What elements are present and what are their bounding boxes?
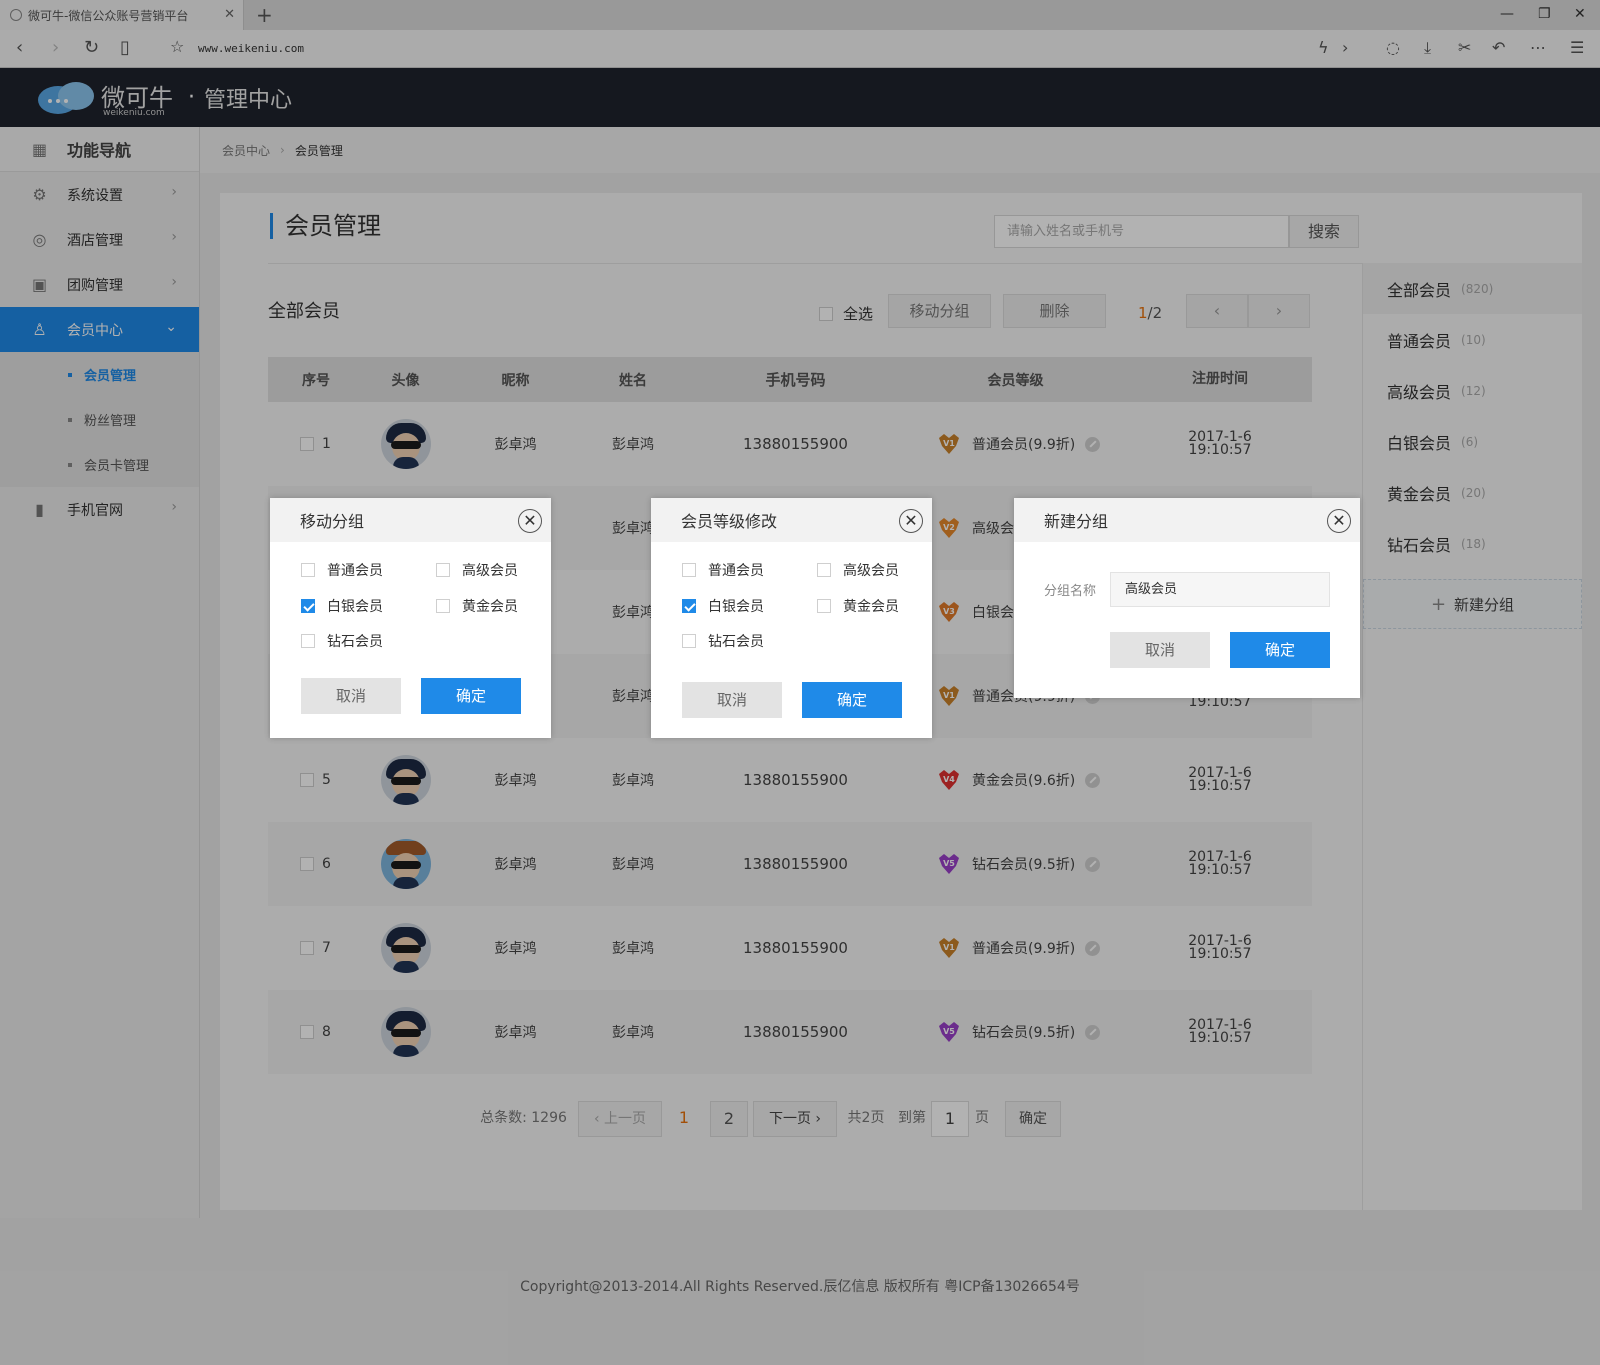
move-group-dialog: 移动分组 ✕ 普通会员 高级会员白银会员 黄金会员钻石会员 取消 确定 [270, 498, 551, 738]
cancel-button[interactable]: 取消 [301, 678, 401, 714]
dialog-option[interactable]: 黄金会员 [436, 596, 518, 616]
dialog-option[interactable]: 高级会员 [436, 560, 518, 580]
cancel-button[interactable]: 取消 [682, 682, 782, 718]
option-checkbox[interactable] [436, 599, 450, 613]
option-label: 白银会员 [327, 599, 383, 615]
dialog-header: 会员等级修改 ✕ [651, 498, 932, 542]
option-checkbox[interactable] [682, 599, 696, 613]
option-checkbox[interactable] [682, 634, 696, 648]
dialog-option[interactable]: 高级会员 [817, 560, 899, 580]
dialog-option[interactable]: 白银会员 [682, 596, 764, 616]
confirm-button[interactable]: 确定 [421, 678, 521, 714]
dialog-title: 移动分组 [300, 512, 365, 531]
option-label: 高级会员 [843, 563, 899, 579]
option-label: 普通会员 [327, 563, 383, 579]
close-icon[interactable]: ✕ [899, 509, 923, 533]
dialog-title: 新建分组 [1044, 512, 1109, 531]
option-label: 钻石会员 [708, 634, 764, 650]
option-checkbox[interactable] [301, 563, 315, 577]
option-checkbox[interactable] [682, 563, 696, 577]
option-checkbox[interactable] [817, 599, 831, 613]
group-name-input[interactable]: 高级会员 [1110, 572, 1330, 607]
option-checkbox[interactable] [436, 563, 450, 577]
option-label: 黄金会员 [843, 599, 899, 615]
confirm-button[interactable]: 确定 [802, 682, 902, 718]
option-label: 白银会员 [708, 599, 764, 615]
close-icon[interactable]: ✕ [1327, 509, 1351, 533]
group-name-label: 分组名称 [1044, 584, 1097, 599]
confirm-button[interactable]: 确定 [1230, 632, 1330, 668]
dialog-option[interactable]: 钻石会员 [682, 631, 764, 651]
dialog-option[interactable]: 黄金会员 [817, 596, 899, 616]
dialog-option[interactable]: 钻石会员 [301, 631, 383, 651]
option-label: 钻石会员 [327, 634, 383, 650]
option-label: 普通会员 [708, 563, 764, 579]
cancel-button[interactable]: 取消 [1110, 632, 1210, 668]
dialog-option[interactable]: 普通会员 [301, 560, 383, 580]
option-label: 黄金会员 [462, 599, 518, 615]
new-group-dialog: 新建分组 ✕ 分组名称 高级会员 取消 确定 [1014, 498, 1360, 698]
dialog-option[interactable]: 白银会员 [301, 596, 383, 616]
dialog-title: 会员等级修改 [681, 512, 778, 531]
member-level-dialog: 会员等级修改 ✕ 普通会员 高级会员白银会员 黄金会员钻石会员 取消 确定 [651, 498, 932, 738]
dialog-header: 移动分组 ✕ [270, 498, 551, 542]
option-checkbox[interactable] [301, 634, 315, 648]
close-icon[interactable]: ✕ [518, 509, 542, 533]
option-checkbox[interactable] [817, 563, 831, 577]
option-label: 高级会员 [462, 563, 518, 579]
option-checkbox[interactable] [301, 599, 315, 613]
dialog-option[interactable]: 普通会员 [682, 560, 764, 580]
dialog-header: 新建分组 ✕ [1014, 498, 1360, 542]
